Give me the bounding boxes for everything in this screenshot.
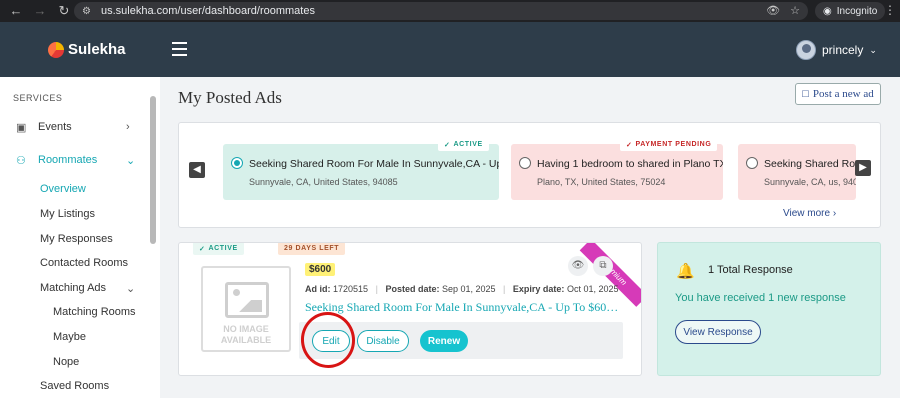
ad-card[interactable]: Having 1 bedroom to shared in Plano TX P… xyxy=(511,144,723,200)
sidebar-item-label: Roommates xyxy=(38,154,98,166)
document-icon: □ xyxy=(802,88,809,100)
sidebar-item-label: My Listings xyxy=(40,208,96,220)
premium-ribbon: Premium xyxy=(579,243,641,307)
posted-ads-carousel: ◀ Seeking Shared Room For Male In Sunnyv… xyxy=(178,122,881,228)
browser-menu-icon[interactable]: ⋮ xyxy=(884,3,896,17)
status-badge-label: PAYMENT PENDING xyxy=(635,141,712,148)
incognito-icon: ◉ xyxy=(823,5,832,17)
active-badge: ✓ ACTIVE xyxy=(193,243,244,255)
posted-date-label: Posted date: xyxy=(385,284,440,294)
listing-title-link[interactable]: Seeking Shared Room For Male In Sunnyval… xyxy=(305,300,621,315)
sidebar-section-label: SERVICES xyxy=(13,93,63,103)
check-icon: ✓ xyxy=(444,141,451,149)
view-more-label: View more xyxy=(783,208,831,219)
listing-actions: Edit Disable Renew xyxy=(299,322,623,359)
view-more-link[interactable]: View more › xyxy=(783,208,836,219)
browser-toolbar: ← → ↻ ⚙ us.sulekha.com/user/dashboard/ro… xyxy=(0,0,900,22)
brand-name: Sulekha xyxy=(68,41,126,58)
response-title: 1 Total Response xyxy=(708,264,793,276)
logo-mark-icon xyxy=(48,41,64,58)
listing-meta: Ad id: 1720515 | Posted date: Sep 01, 20… xyxy=(305,284,619,294)
active-badge-label: ACTIVE xyxy=(208,245,238,252)
ad-card[interactable]: Seeking Shared Room For Male In Sunnyval… xyxy=(223,144,499,200)
response-subtitle: You have received 1 new response xyxy=(675,292,846,304)
edit-button[interactable]: Edit xyxy=(312,330,350,352)
ad-radio[interactable] xyxy=(231,157,243,169)
back-icon[interactable]: ← xyxy=(8,3,24,19)
expiry-date-value: Oct 01, 2025 xyxy=(566,284,619,294)
ad-card-title: Seeking Shared Room xyxy=(764,158,856,170)
image-placeholder-icon xyxy=(225,282,269,318)
calendar-icon: ▣ xyxy=(16,122,27,134)
posted-date-value: Sep 01, 2025 xyxy=(441,284,496,294)
carousel-next-button[interactable]: ▶ xyxy=(855,160,871,176)
chevron-down-icon: ⌄ xyxy=(869,44,877,55)
app-header: Sulekha princely ⌄ xyxy=(0,22,900,77)
sidebar-item-label: Contacted Rooms xyxy=(40,257,129,269)
check-icon: ✓ xyxy=(626,141,633,149)
post-new-ad-label: Post a new ad xyxy=(812,88,874,100)
address-bar[interactable]: ⚙ us.sulekha.com/user/dashboard/roommate… xyxy=(74,2,808,20)
status-badge: ✓ ACTIVE xyxy=(438,138,489,151)
ad-radio[interactable] xyxy=(519,157,531,169)
share-icon[interactable]: ⧉ xyxy=(593,256,613,276)
page-title: My Posted Ads xyxy=(178,88,282,107)
chevron-down-icon: ⌄ xyxy=(126,155,136,167)
check-icon: ✓ xyxy=(199,245,206,253)
chevron-right-icon: › xyxy=(126,121,130,133)
no-image-placeholder: NO IMAGE AVAILABLE xyxy=(201,266,291,352)
incognito-badge[interactable]: ◉ Incognito xyxy=(815,2,886,20)
forward-icon[interactable]: → xyxy=(32,3,48,19)
expiry-date-label: Expiry date: xyxy=(512,284,565,294)
people-icon: ⚇ xyxy=(16,155,26,167)
ad-radio[interactable] xyxy=(746,157,758,169)
ad-card-title: Seeking Shared Room For Male In Sunnyval… xyxy=(249,158,499,170)
sidebar-item-label: Overview xyxy=(40,183,86,195)
eye-icon[interactable]: 👁 xyxy=(568,256,588,276)
sidebar: SERVICES ▣ Events › ⚇ Roommates ⌄ Overvi… xyxy=(0,77,160,398)
ad-card-location: Sunnyvale, CA, us, 9408 xyxy=(764,177,856,187)
status-badge: ✓ PAYMENT PENDING xyxy=(620,138,718,151)
view-response-button[interactable]: View Response xyxy=(675,320,761,344)
sidebar-item-label: Nope xyxy=(53,356,80,368)
ad-card-title: Having 1 bedroom to shared in Plano TX xyxy=(537,158,723,170)
ad-id-label: Ad id: xyxy=(305,284,331,294)
sidebar-item-label: Saved Rooms xyxy=(40,380,110,392)
site-settings-icon[interactable]: ⚙ xyxy=(82,6,91,17)
days-left-label: 29 DAYS LEFT xyxy=(284,245,340,252)
ad-card-location: Plano, TX, United States, 75024 xyxy=(537,177,666,187)
price-badge: $600 xyxy=(305,263,336,276)
ad-card-location: Sunnyvale, CA, United States, 94085 xyxy=(249,177,398,187)
bookmark-star-icon[interactable]: ☆ xyxy=(790,4,800,17)
url-text: us.sulekha.com/user/dashboard/roommates xyxy=(100,5,315,17)
menu-icon[interactable] xyxy=(172,42,187,60)
ad-card[interactable]: Seeking Shared Room Sunnyvale, CA, us, 9… xyxy=(738,144,856,200)
brand-logo[interactable]: Sulekha xyxy=(48,41,126,58)
reload-icon[interactable]: ↻ xyxy=(56,3,72,19)
sidebar-item-label: Matching Ads xyxy=(40,282,107,294)
username: princely xyxy=(822,43,864,57)
chevron-right-icon: › xyxy=(832,208,837,219)
sidebar-scrollbar[interactable] xyxy=(150,96,156,244)
user-menu[interactable]: princely ⌄ xyxy=(796,40,877,60)
chevron-down-icon: ⌄ xyxy=(126,283,136,295)
sidebar-item-label: Matching Rooms xyxy=(53,306,136,318)
post-new-ad-button[interactable]: □ Post a new ad xyxy=(795,83,881,105)
incognito-label: Incognito xyxy=(836,5,878,17)
sidebar-item-label: My Responses xyxy=(40,233,113,245)
sidebar-item-label: Events xyxy=(38,121,72,133)
days-left-badge: 29 DAYS LEFT xyxy=(278,243,346,255)
listing-card: ✓ ACTIVE 29 DAYS LEFT Premium NO IMAGE A… xyxy=(178,242,642,376)
response-panel: 🔔 1 Total Response You have received 1 n… xyxy=(657,242,881,376)
avatar xyxy=(796,40,816,60)
sidebar-item-label: Maybe xyxy=(53,331,87,343)
renew-button[interactable]: Renew xyxy=(420,330,468,352)
bell-icon: 🔔 xyxy=(676,263,695,280)
eye-off-icon[interactable]: 👁 xyxy=(766,4,780,17)
no-image-text: NO IMAGE AVAILABLE xyxy=(220,324,272,345)
ad-id-value: 1720515 xyxy=(333,284,369,294)
status-badge-label: ACTIVE xyxy=(453,141,483,148)
carousel-prev-button[interactable]: ◀ xyxy=(189,162,205,178)
disable-button[interactable]: Disable xyxy=(357,330,409,352)
